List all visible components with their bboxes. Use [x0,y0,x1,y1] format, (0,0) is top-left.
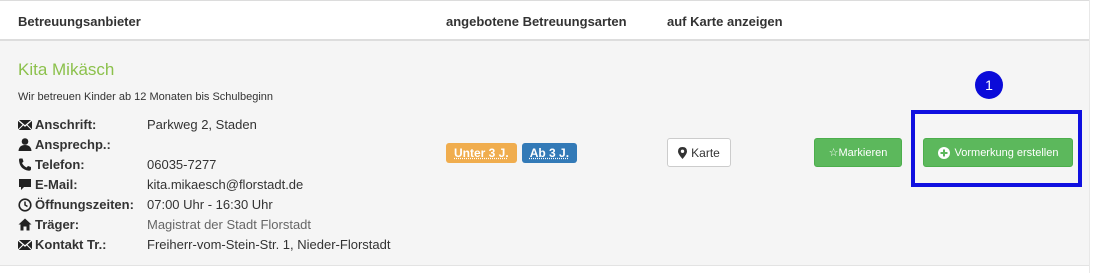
detail-label: Ansprechp.: [35,137,111,152]
detail-value: Parkweg 2, Staden [147,117,257,132]
detail-value: 07:00 Uhr - 16:30 Uhr [147,197,273,212]
detail-label: Träger: [35,217,80,232]
detail-label: E-Mail: [35,177,78,192]
annotation-marker: 1 [975,71,1003,99]
map-button-label: Karte [691,145,720,160]
clock-icon [18,197,32,212]
envelope-icon [18,239,32,250]
care-type-badges: Unter 3 J. Ab 3 J. [446,143,578,163]
map-button[interactable]: Karte [667,138,731,167]
user-icon [18,138,32,151]
detail-label: Öffnungszeiten: [35,197,134,212]
phone-icon [19,158,31,171]
header-care-types: angebotene Betreuungsarten [446,14,627,29]
annotation-highlight-box [911,110,1082,187]
detail-value: Freiherr-vom-Stein-Str. 1, Nieder-Florst… [147,237,391,252]
detail-label: Kontakt Tr.: [35,237,107,252]
detail-value: kita.mikaesch@florstadt.de [147,177,304,192]
map-marker-icon [678,146,688,159]
badge-under-3[interactable]: Unter 3 J. [446,143,517,163]
table-header: Betreuungsanbieter angebotene Betreuungs… [0,1,1090,41]
comment-icon [19,179,31,190]
mark-button-label: ☆Markieren [828,147,888,159]
header-map: auf Karte anzeigen [667,14,783,29]
badge-from-3[interactable]: Ab 3 J. [521,143,578,163]
detail-value: 06035-7277 [147,157,217,172]
home-icon [18,218,32,231]
right-border [1089,0,1090,273]
provider-description: Wir betreuen Kinder ab 12 Monaten bis Sc… [18,91,273,103]
detail-value: Magistrat der Stadt Florstadt [147,217,312,232]
header-provider: Betreuungsanbieter [18,14,141,29]
detail-label: Anschrift: [35,117,97,132]
provider-name: Kita Mikäsch [18,60,115,79]
detail-label: Telefon: [35,157,85,172]
mark-button[interactable]: ☆Markieren [814,138,902,167]
envelope-icon [18,119,32,130]
